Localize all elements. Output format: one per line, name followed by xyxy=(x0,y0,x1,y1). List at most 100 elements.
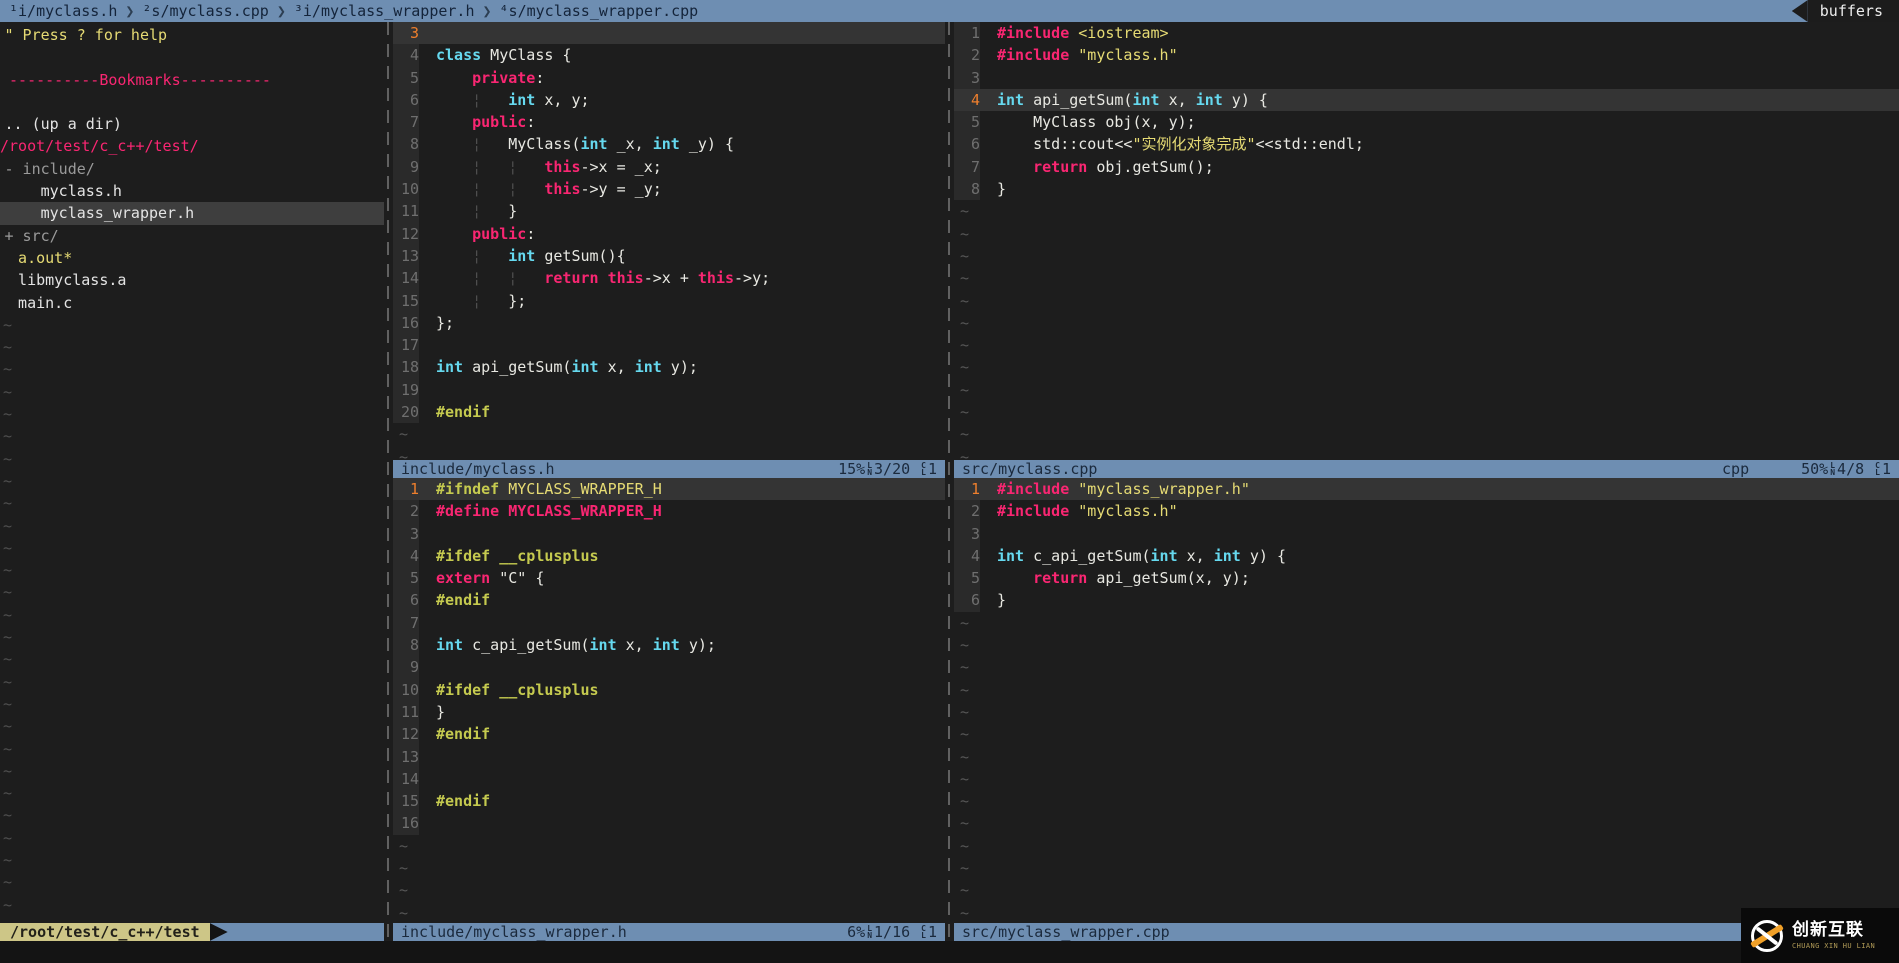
code-token: } xyxy=(436,703,445,721)
tab-buffer-1[interactable]: ¹i/myclass.h xyxy=(4,2,122,20)
code-token: ->x = _x; xyxy=(581,158,662,176)
code-line[interactable]: 20#endif xyxy=(393,401,945,423)
code-line[interactable]: 4class MyClass { xyxy=(393,44,945,66)
code-token: } xyxy=(997,180,1006,198)
tree-item-include-dir[interactable]: - include/ xyxy=(0,158,384,180)
column-number-icon: CL xyxy=(921,925,926,939)
tree-item-myclass-wrapper-h[interactable]: myclass_wrapper.h xyxy=(0,202,384,224)
code-line[interactable]: 6 ¦ int x, y; xyxy=(393,89,945,111)
tree-item-main-c[interactable]: main.c xyxy=(0,292,384,314)
code-token: public xyxy=(472,225,526,243)
empty-line-tilde: ~ xyxy=(0,492,384,514)
code-line[interactable]: 13 ¦ int getSum(){ xyxy=(393,245,945,267)
empty-line-tilde: ~ xyxy=(954,679,1899,701)
tab-buffer-3[interactable]: ³i/myclass_wrapper.h xyxy=(289,2,480,20)
code-line[interactable]: 4int c_api_getSum(int x, int y) { xyxy=(954,545,1899,567)
tree-help-line[interactable]: " Press ? for help xyxy=(0,24,384,46)
code-line[interactable]: 6#endif xyxy=(393,589,945,611)
code-token: MyClass obj(x, y); xyxy=(997,113,1196,131)
tree-root-path[interactable]: /root/test/c_c++/test/ xyxy=(0,135,384,157)
code-line[interactable]: 7 return obj.getSum(); xyxy=(954,156,1899,178)
column-number-icon: CL xyxy=(1875,462,1880,476)
code-line[interactable]: 1#ifndef MYCLASS_WRAPPER_H xyxy=(393,478,945,500)
code-line[interactable]: 3 xyxy=(954,523,1899,545)
code-token: int xyxy=(1196,91,1223,109)
code-line[interactable]: 10#ifdef __cplusplus xyxy=(393,679,945,701)
code-token: int xyxy=(653,135,680,153)
code-token xyxy=(436,69,472,87)
tree-item-myclass-h[interactable]: myclass.h xyxy=(0,180,384,202)
empty-line-tilde: ~ xyxy=(0,403,384,425)
code-text: } xyxy=(997,589,1006,611)
empty-line-tilde: ~ xyxy=(954,746,1899,768)
code-line[interactable]: 5 MyClass obj(x, y); xyxy=(954,111,1899,133)
empty-line-tilde: ~ xyxy=(0,894,384,916)
code-line[interactable]: 8int c_api_getSum(int x, int y); xyxy=(393,634,945,656)
code-token xyxy=(499,480,508,498)
code-line[interactable]: 11} xyxy=(393,701,945,723)
tab-buffer-4[interactable]: ⁴s/myclass_wrapper.cpp xyxy=(495,2,704,20)
code-line[interactable]: 16}; xyxy=(393,312,945,334)
code-line[interactable]: 10 ¦ ¦ this->y = _y; xyxy=(393,178,945,200)
code-token: getSum(){ xyxy=(535,247,625,265)
line-number: 7 xyxy=(393,612,419,634)
line-number: 11 xyxy=(393,701,419,723)
code-line[interactable]: 5 return api_getSum(x, y); xyxy=(954,567,1899,589)
statusline-filename: include/myclass_wrapper.h xyxy=(401,923,627,941)
line-number: 2 xyxy=(393,500,419,522)
tree-item-up-dir[interactable]: .. (up a dir) xyxy=(0,113,384,135)
code-line[interactable]: 9 xyxy=(393,656,945,678)
logo-title: 创新互联 xyxy=(1792,921,1875,940)
code-line[interactable]: 8} xyxy=(954,178,1899,200)
code-line[interactable]: 6 std::cout<<"实例化对象完成"<<std::endl; xyxy=(954,133,1899,155)
code-line[interactable]: 3 xyxy=(954,67,1899,89)
code-line[interactable]: 4#ifdef __cplusplus xyxy=(393,545,945,567)
code-line[interactable]: 2#include "myclass.h" xyxy=(954,44,1899,66)
code-text: #include "myclass_wrapper.h" xyxy=(997,478,1250,500)
code-line[interactable]: 14 ¦ ¦ return this->x + this->y; xyxy=(393,267,945,289)
code-line[interactable]: 9 ¦ ¦ this->x = _x; xyxy=(393,156,945,178)
tree-item-libmyclass-a[interactable]: libmyclass.a xyxy=(0,269,384,291)
tree-item-src-dir[interactable]: + src/ xyxy=(0,225,384,247)
window-separator-right[interactable] xyxy=(945,22,954,941)
code-line[interactable]: 5extern "C" { xyxy=(393,567,945,589)
code-token: #endif xyxy=(436,403,490,421)
code-line[interactable]: 2#include "myclass.h" xyxy=(954,500,1899,522)
code-token: std::cout<< xyxy=(997,135,1132,153)
code-line[interactable]: 14 xyxy=(393,768,945,790)
command-line[interactable] xyxy=(0,941,1899,963)
code-line[interactable]: 2#define MYCLASS_WRAPPER_H xyxy=(393,500,945,522)
code-line[interactable]: 18int api_getSum(int x, int y); xyxy=(393,356,945,378)
code-line[interactable]: 13 xyxy=(393,746,945,768)
code-line[interactable]: 12 public: xyxy=(393,223,945,245)
nerdtree-statusline-fill xyxy=(228,923,384,941)
window-separator-left[interactable] xyxy=(384,22,393,941)
code-line[interactable]: 6} xyxy=(954,589,1899,611)
code-line[interactable]: 8 ¦ MyClass(int _x, int _y) { xyxy=(393,133,945,155)
tab-buffer-2[interactable]: ²s/myclass.cpp xyxy=(137,2,273,20)
empty-line-tilde: ~ xyxy=(393,423,945,445)
tree-item-a-out[interactable]: a.out* xyxy=(0,247,384,269)
code-line[interactable]: 3 xyxy=(393,22,945,44)
code-token: <iostream> xyxy=(1078,24,1168,42)
code-line[interactable]: 5 private: xyxy=(393,67,945,89)
code-line[interactable]: 3 xyxy=(393,523,945,545)
code-text: class MyClass { xyxy=(436,44,571,66)
code-line[interactable]: 7 public: xyxy=(393,111,945,133)
tree-bookmarks-header[interactable]: ----------Bookmarks---------- xyxy=(0,69,384,91)
code-line[interactable]: 7 xyxy=(393,612,945,634)
code-line[interactable]: 11 ¦ } xyxy=(393,200,945,222)
code-line[interactable]: 19 xyxy=(393,379,945,401)
empty-line-tilde: ~ xyxy=(954,446,1899,460)
line-number: 5 xyxy=(954,111,980,133)
code-line[interactable]: 17 xyxy=(393,334,945,356)
code-line[interactable]: 16 xyxy=(393,812,945,834)
code-line[interactable]: 1#include "myclass_wrapper.h" xyxy=(954,478,1899,500)
code-line[interactable]: 12#endif xyxy=(393,723,945,745)
code-line[interactable]: 1#include <iostream> xyxy=(954,22,1899,44)
code-line[interactable]: 15 ¦ }; xyxy=(393,290,945,312)
code-line[interactable]: 4int api_getSum(int x, int y) { xyxy=(954,89,1899,111)
empty-line-tilde: ~ xyxy=(954,701,1899,723)
code-token: c_api_getSum( xyxy=(1024,547,1150,565)
code-line[interactable]: 15#endif xyxy=(393,790,945,812)
